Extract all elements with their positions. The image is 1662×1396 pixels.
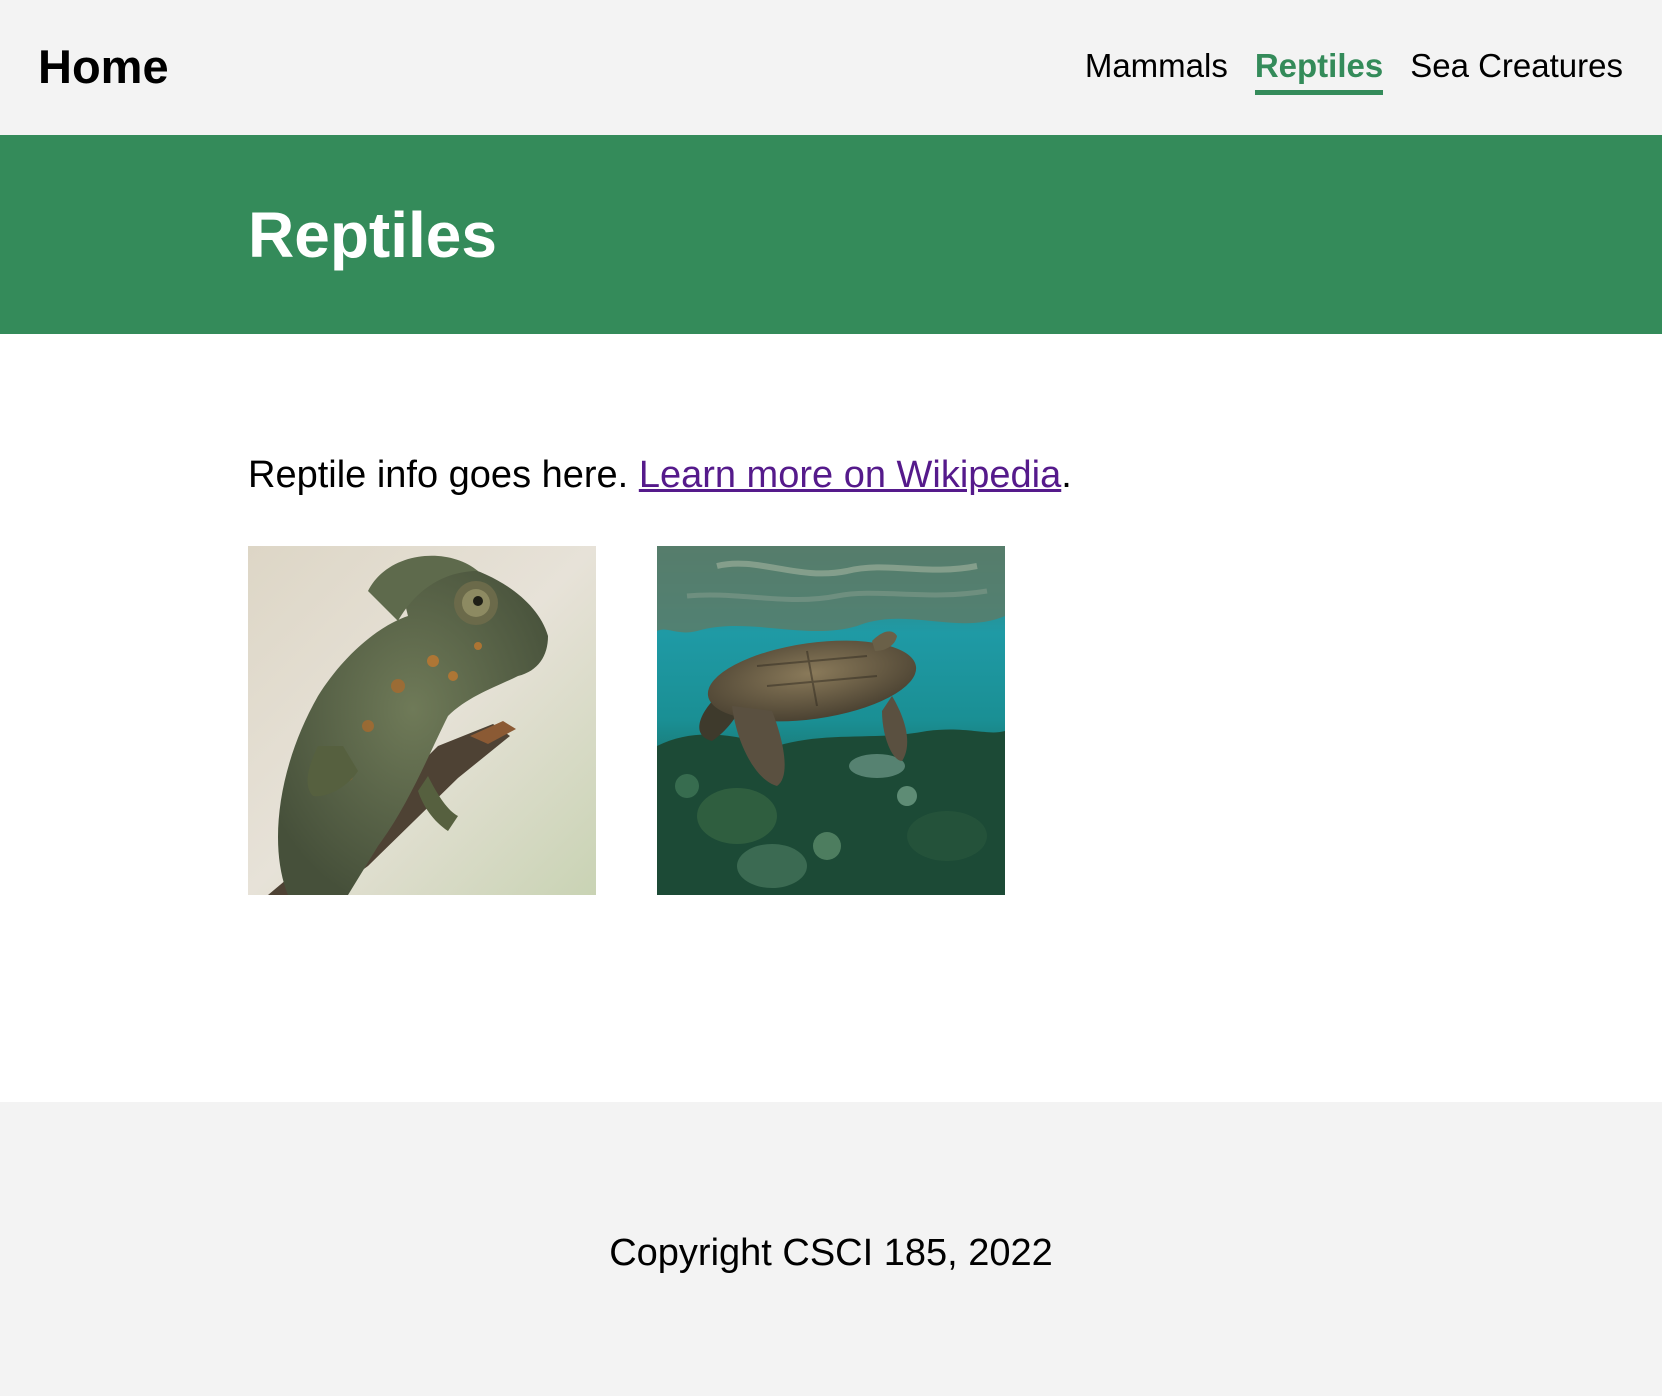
page: Home Mammals Reptiles Sea Creatures Rept…: [0, 0, 1662, 1396]
intro-text: Reptile info goes here.: [248, 454, 639, 496]
intro-period: .: [1061, 454, 1072, 496]
sea-turtle-image: [657, 546, 1005, 895]
nav-links: Mammals Reptiles Sea Creatures: [1085, 44, 1623, 95]
hero-banner: Reptiles: [0, 135, 1662, 334]
footer: Copyright CSCI 185, 2022: [0, 1102, 1662, 1396]
home-link[interactable]: Home: [38, 38, 169, 96]
image-gallery: [248, 546, 1048, 896]
chameleon-image: [248, 546, 596, 895]
copyright-text: Copyright CSCI 185, 2022: [609, 1232, 1053, 1274]
page-title: Reptiles: [248, 199, 497, 271]
top-navigation: Home Mammals Reptiles Sea Creatures: [0, 0, 1662, 135]
nav-link-mammals[interactable]: Mammals: [1085, 44, 1228, 95]
nav-link-reptiles[interactable]: Reptiles: [1254, 44, 1384, 95]
main-content: Reptile info goes here. Learn more on Wi…: [248, 450, 1408, 895]
wikipedia-link[interactable]: Learn more on Wikipedia: [639, 454, 1061, 496]
intro-paragraph: Reptile info goes here. Learn more on Wi…: [248, 450, 1408, 500]
nav-link-sea-creatures[interactable]: Sea Creatures: [1410, 44, 1623, 95]
